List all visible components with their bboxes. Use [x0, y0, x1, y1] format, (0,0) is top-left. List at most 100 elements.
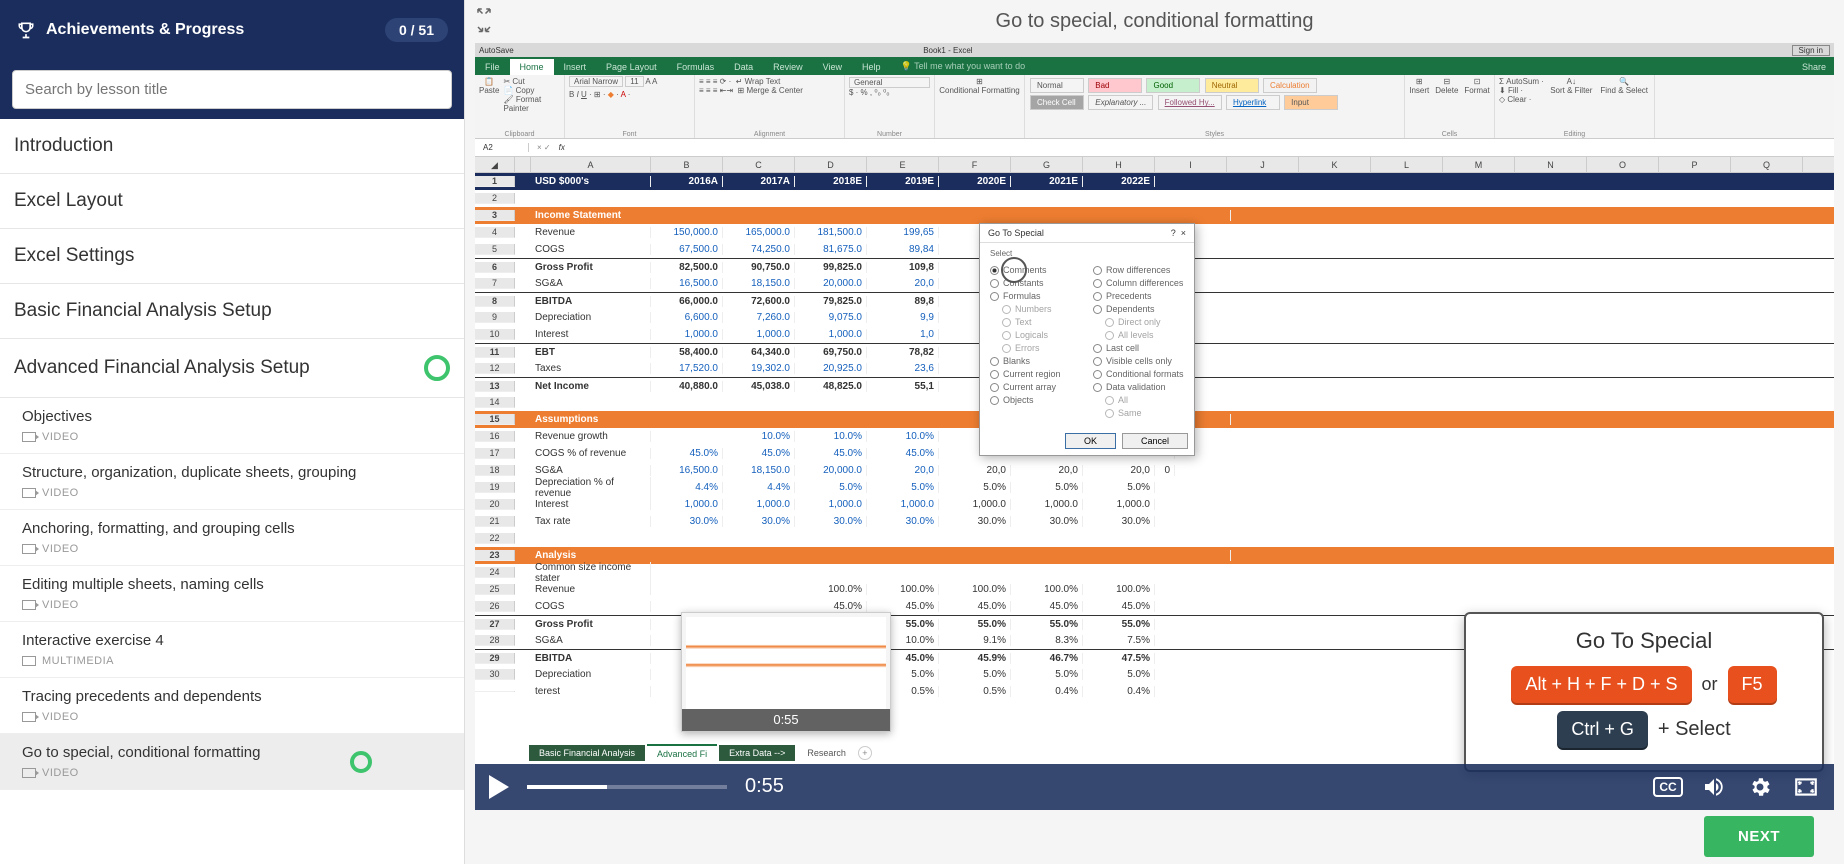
radio-option[interactable]: Formulas — [990, 291, 1081, 301]
lesson-list[interactable]: Introduction Excel Layout Excel Settings… — [0, 119, 464, 864]
style-good[interactable]: Good — [1146, 78, 1200, 93]
tab-home[interactable]: Home — [510, 59, 554, 75]
radio-option[interactable]: Visible cells only — [1093, 356, 1184, 366]
sheet-tab-active[interactable]: Advanced Fi — [647, 744, 717, 762]
radio-option[interactable]: Errors — [1002, 343, 1081, 353]
style-input[interactable]: Input — [1284, 95, 1338, 110]
play-button[interactable] — [489, 775, 509, 799]
search-input[interactable] — [12, 70, 452, 109]
radio-option[interactable]: Precedents — [1093, 291, 1184, 301]
tellme-label[interactable]: Tell me what you want to do — [914, 61, 1025, 71]
lesson-gotospecial[interactable]: Go to special, conditional formatting VI… — [0, 734, 464, 790]
radio-option[interactable]: Direct only — [1105, 317, 1184, 327]
tab-pagelayout[interactable]: Page Layout — [596, 59, 667, 75]
lesson-tracing[interactable]: Tracing precedents and dependents VIDEO — [0, 678, 464, 734]
col-hdr[interactable]: R — [1803, 157, 1834, 173]
col-hdr[interactable]: B — [651, 157, 723, 173]
col-hdr[interactable]: G — [1011, 157, 1083, 173]
col-hdr[interactable]: H — [1083, 157, 1155, 173]
name-box[interactable]: A2 — [479, 143, 529, 152]
tab-file[interactable]: File — [475, 59, 510, 75]
tab-insert[interactable]: Insert — [554, 59, 597, 75]
col-hdr[interactable]: M — [1443, 157, 1515, 173]
lesson-exercise4[interactable]: Interactive exercise 4 MULTIMEDIA — [0, 622, 464, 678]
col-hdr[interactable]: Q — [1731, 157, 1803, 173]
lesson-anchoring[interactable]: Anchoring, formatting, and grouping cell… — [0, 510, 464, 566]
style-normal[interactable]: Normal — [1030, 78, 1084, 93]
col-hdr[interactable]: P — [1659, 157, 1731, 173]
style-neutral[interactable]: Neutral — [1205, 78, 1259, 93]
radio-option[interactable]: Data validation — [1093, 382, 1184, 392]
col-hdr[interactable]: A — [531, 157, 651, 173]
fill[interactable]: Fill — [1508, 86, 1518, 95]
col-hdr[interactable]: L — [1371, 157, 1443, 173]
find-select[interactable]: Find & Select — [1600, 86, 1648, 95]
radio-option[interactable]: Logicals — [1002, 330, 1081, 340]
lesson-objectives[interactable]: Objectives VIDEO — [0, 398, 464, 454]
col-hdr[interactable]: E — [867, 157, 939, 173]
radio-option[interactable]: Row differences — [1093, 265, 1184, 275]
col-hdr[interactable]: O — [1587, 157, 1659, 173]
section-basic-setup[interactable]: Basic Financial Analysis Setup — [0, 284, 464, 339]
col-hdr[interactable]: F — [939, 157, 1011, 173]
section-advanced-setup[interactable]: Advanced Financial Analysis Setup — [0, 339, 464, 398]
col-hdr[interactable]: I — [1155, 157, 1227, 173]
radio-option[interactable]: Current region — [990, 369, 1081, 379]
video-frame[interactable]: AutoSave Book1 - Excel Sign in File Home… — [475, 43, 1834, 809]
radio-option[interactable]: Numbers — [1002, 304, 1081, 314]
wrap-text[interactable]: Wrap Text — [745, 77, 781, 86]
radio-option[interactable]: Last cell — [1093, 343, 1184, 353]
col-hdr[interactable]: N — [1515, 157, 1587, 173]
help-icon[interactable]: ? — [1171, 228, 1176, 238]
insert-cells[interactable]: Insert — [1409, 86, 1429, 95]
add-sheet-icon[interactable]: + — [858, 746, 872, 760]
tab-formulas[interactable]: Formulas — [667, 59, 725, 75]
signin-button[interactable]: Sign in — [1792, 45, 1830, 56]
style-bad[interactable]: Bad — [1088, 78, 1142, 93]
radio-option[interactable]: Conditional formats — [1093, 369, 1184, 379]
delete-cells[interactable]: Delete — [1435, 86, 1458, 95]
radio-option[interactable]: Same — [1105, 408, 1184, 418]
resize-controls[interactable] — [475, 6, 493, 42]
tab-help[interactable]: Help — [852, 59, 891, 75]
autosum[interactable]: AutoSum — [1506, 77, 1539, 86]
section-excel-settings[interactable]: Excel Settings — [0, 229, 464, 284]
settings-button[interactable] — [1746, 773, 1774, 801]
font-size[interactable]: 11 — [625, 76, 643, 87]
progress-bar[interactable] — [527, 785, 727, 789]
conditional-formatting[interactable]: Conditional Formatting — [939, 86, 1019, 95]
style-expl[interactable]: Explanatory ... — [1088, 95, 1153, 110]
volume-button[interactable] — [1700, 773, 1728, 801]
col-hdr[interactable]: K — [1299, 157, 1371, 173]
radio-option[interactable]: Constants — [990, 278, 1081, 288]
clear[interactable]: Clear — [1507, 95, 1526, 104]
ok-button[interactable]: OK — [1065, 433, 1116, 449]
col-hdr[interactable]: J — [1227, 157, 1299, 173]
captions-button[interactable]: CC — [1654, 773, 1682, 801]
lesson-editing[interactable]: Editing multiple sheets, naming cells VI… — [0, 566, 464, 622]
style-followed[interactable]: Followed Hy... — [1158, 95, 1222, 110]
format-painter-button[interactable]: Format Painter — [503, 95, 541, 113]
format-cells[interactable]: Format — [1464, 86, 1489, 95]
col-hdr[interactable]: D — [795, 157, 867, 173]
radio-option[interactable]: Current array — [990, 382, 1081, 392]
radio-option[interactable]: All — [1105, 395, 1184, 405]
style-check[interactable]: Check Cell — [1030, 95, 1084, 110]
sheet-tab[interactable]: Extra Data --> — [719, 745, 795, 761]
radio-option[interactable]: Blanks — [990, 356, 1081, 366]
radio-option[interactable]: Column differences — [1093, 278, 1184, 288]
close-icon[interactable]: × — [1181, 228, 1186, 238]
tab-data[interactable]: Data — [724, 59, 763, 75]
number-format[interactable]: General — [849, 77, 930, 88]
font-name[interactable]: Arial Narrow — [569, 76, 623, 87]
next-button[interactable]: NEXT — [1704, 816, 1814, 857]
cancel-button[interactable]: Cancel — [1122, 433, 1188, 449]
radio-option[interactable]: Text — [1002, 317, 1081, 327]
sheet-tab[interactable]: Basic Financial Analysis — [529, 745, 645, 761]
tab-review[interactable]: Review — [763, 59, 813, 75]
merge-center[interactable]: Merge & Center — [746, 86, 802, 95]
share-button[interactable]: Share — [1794, 59, 1834, 75]
section-introduction[interactable]: Introduction — [0, 119, 464, 174]
radio-option[interactable]: Objects — [990, 395, 1081, 405]
expand-out-icon[interactable] — [475, 6, 493, 24]
